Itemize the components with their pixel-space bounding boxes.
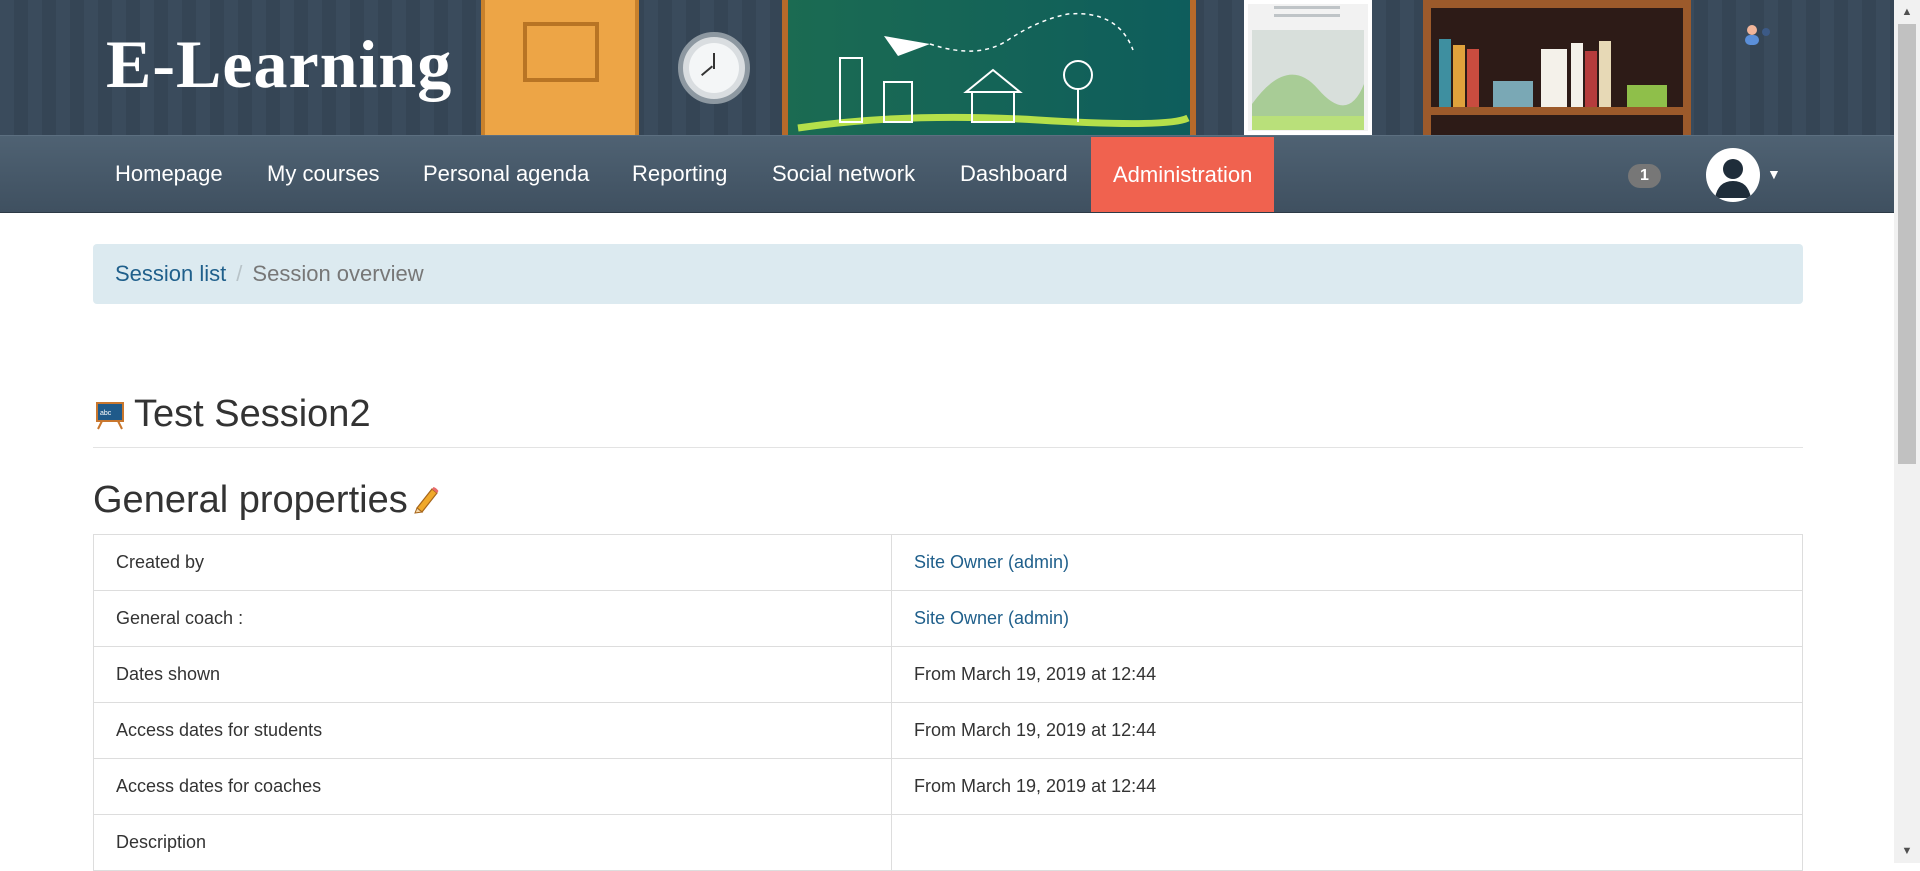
table-row: Created by Site Owner (admin) <box>93 534 1803 591</box>
banner-bookshelf-illustration <box>1423 0 1691 135</box>
nav-reporting[interactable]: Reporting <box>610 135 749 212</box>
general-properties-table: Created by Site Owner (admin) General co… <box>93 534 1803 871</box>
session-blackboard-icon: abc <box>94 399 126 436</box>
user-status-icon <box>1742 22 1776 55</box>
row-label-dates-shown: Dates shown <box>93 646 892 703</box>
general-coach-user-link[interactable]: Site Owner (admin) <box>914 608 1069 628</box>
nav-social-network[interactable]: Social network <box>750 135 937 212</box>
banner-clock-illustration <box>678 32 750 104</box>
title-divider <box>93 447 1803 448</box>
row-value-coach-access: From March 19, 2019 at 12:44 <box>891 758 1803 815</box>
notification-badge[interactable]: 1 <box>1628 164 1661 188</box>
scroll-up-arrow-icon[interactable]: ▲ <box>1898 3 1916 21</box>
row-label-description: Description <box>93 814 892 871</box>
row-label-created-by: Created by <box>93 534 892 591</box>
row-value-general-coach: Site Owner (admin) <box>891 590 1803 647</box>
page-title: Test Session2 <box>134 393 371 435</box>
table-row: Access dates for coaches From March 19, … <box>93 758 1803 815</box>
breadcrumb-separator: / <box>236 261 243 286</box>
site-logo[interactable]: E-Learning <box>106 24 452 104</box>
row-value-description <box>891 814 1803 871</box>
banner-chalkboard-illustration <box>782 0 1196 135</box>
nav-my-courses[interactable]: My courses <box>245 135 401 212</box>
nav-administration[interactable]: Administration <box>1091 137 1275 212</box>
caret-down-icon[interactable]: ▼ <box>1767 166 1781 182</box>
breadcrumb-session-overview: Session overview <box>252 261 424 286</box>
breadcrumb-session-list[interactable]: Session list <box>115 261 226 286</box>
row-value-dates-shown: From March 19, 2019 at 12:44 <box>891 646 1803 703</box>
general-properties-heading: General properties <box>93 479 408 521</box>
row-label-coach-access: Access dates for coaches <box>93 758 892 815</box>
table-row: Dates shown From March 19, 2019 at 12:44 <box>93 646 1803 703</box>
row-label-general-coach: General coach : <box>93 590 892 647</box>
nav-personal-agenda[interactable]: Personal agenda <box>401 135 611 212</box>
nav-homepage[interactable]: Homepage <box>93 135 245 212</box>
pencil-edit-icon[interactable] <box>411 484 441 519</box>
scroll-down-arrow-icon[interactable]: ▼ <box>1898 842 1916 860</box>
user-avatar-icon[interactable] <box>1706 148 1760 202</box>
breadcrumb: Session list / Session overview <box>93 244 1803 304</box>
row-label-student-access: Access dates for students <box>93 702 892 759</box>
nav-dashboard[interactable]: Dashboard <box>938 135 1090 212</box>
banner-door-illustration <box>481 0 639 135</box>
svg-text:abc: abc <box>100 410 112 417</box>
created-by-user-link[interactable]: Site Owner (admin) <box>914 552 1069 572</box>
table-row: Access dates for students From March 19,… <box>93 702 1803 759</box>
row-value-student-access: From March 19, 2019 at 12:44 <box>891 702 1803 759</box>
table-row: Description <box>93 814 1803 871</box>
banner-poster-illustration <box>1244 0 1372 135</box>
scrollbar-thumb[interactable] <box>1898 24 1916 464</box>
row-value-created-by: Site Owner (admin) <box>891 534 1803 591</box>
table-row: General coach : Site Owner (admin) <box>93 590 1803 647</box>
header-banner: E-Learning <box>0 0 1894 135</box>
